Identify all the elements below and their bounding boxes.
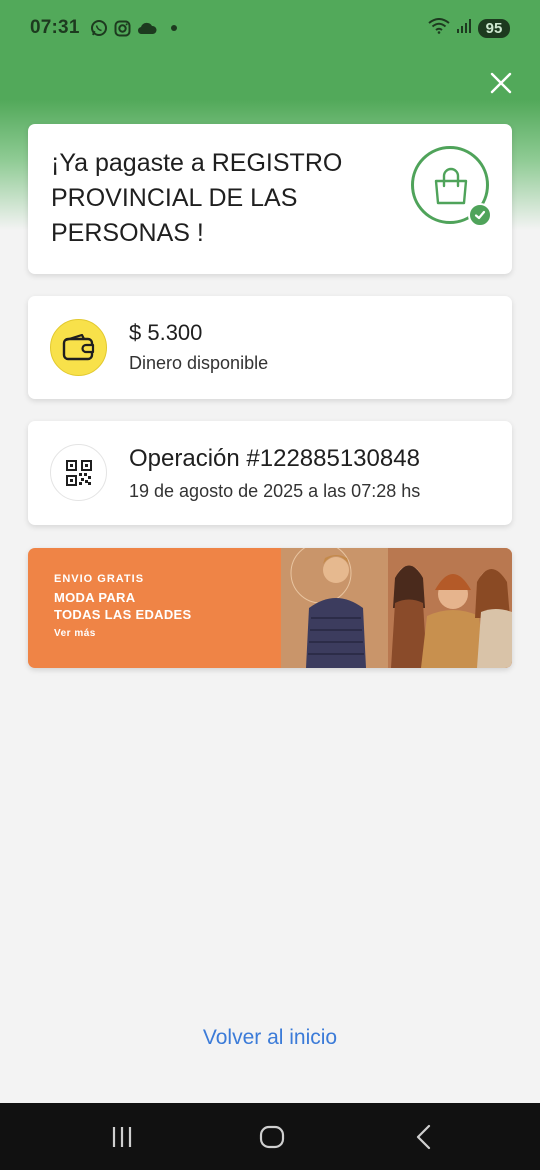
balance-amount: $ 5.300 <box>129 320 203 345</box>
shopping-bag-check-icon <box>411 146 492 227</box>
check-icon <box>468 203 492 227</box>
battery-level: 95 <box>478 18 510 38</box>
back-icon <box>416 1124 431 1150</box>
promo-banner[interactable]: ENVIO GRATIS MODA PARA TODAS LAS EDADES … <box>28 548 512 668</box>
banner-tag: ENVIO GRATIS <box>54 573 145 585</box>
qr-code-icon <box>50 444 107 501</box>
balance-label: Dinero disponible <box>129 353 269 373</box>
payment-confirmation-card: ¡Ya pagaste a REGISTRO PROVINCIAL DE LAS… <box>28 124 512 274</box>
wifi-icon <box>428 17 450 39</box>
system-nav-bar <box>0 1103 540 1170</box>
instagram-icon <box>114 20 131 37</box>
cloud-icon <box>137 21 157 35</box>
whatsapp-icon <box>90 19 108 37</box>
home-icon <box>259 1125 285 1149</box>
operation-card: Operación #122885130848 19 de agosto de … <box>28 421 512 525</box>
recent-apps-button[interactable] <box>108 1123 136 1151</box>
close-icon <box>490 72 512 94</box>
status-bar: 07:31 95 <box>0 0 540 56</box>
banner-headline-2: TODAS LAS EDADES <box>54 607 192 622</box>
wallet-icon <box>50 319 107 376</box>
balance-card: $ 5.300 Dinero disponible <box>28 296 512 399</box>
notification-dot <box>170 25 177 31</box>
back-to-home-link[interactable]: Volver al inicio <box>0 1026 540 1050</box>
banner-headline-1: MODA PARA <box>54 590 136 605</box>
home-button[interactable] <box>258 1123 286 1151</box>
banner-text: ENVIO GRATIS MODA PARA TODAS LAS EDADES … <box>54 573 191 639</box>
back-button[interactable] <box>410 1123 438 1151</box>
banner-link[interactable]: Ver más <box>54 628 191 639</box>
recent-apps-icon <box>112 1127 132 1147</box>
operation-date: 19 de agosto de 2025 a las 07:28 hs <box>129 481 421 501</box>
status-time: 07:31 <box>30 17 80 38</box>
signal-icon <box>456 18 472 39</box>
payment-title: ¡Ya pagaste a REGISTRO PROVINCIAL DE LAS… <box>51 149 343 247</box>
operation-title: Operación #122885130848 <box>129 445 420 472</box>
close-button[interactable] <box>486 68 516 98</box>
banner-photo <box>281 548 512 668</box>
